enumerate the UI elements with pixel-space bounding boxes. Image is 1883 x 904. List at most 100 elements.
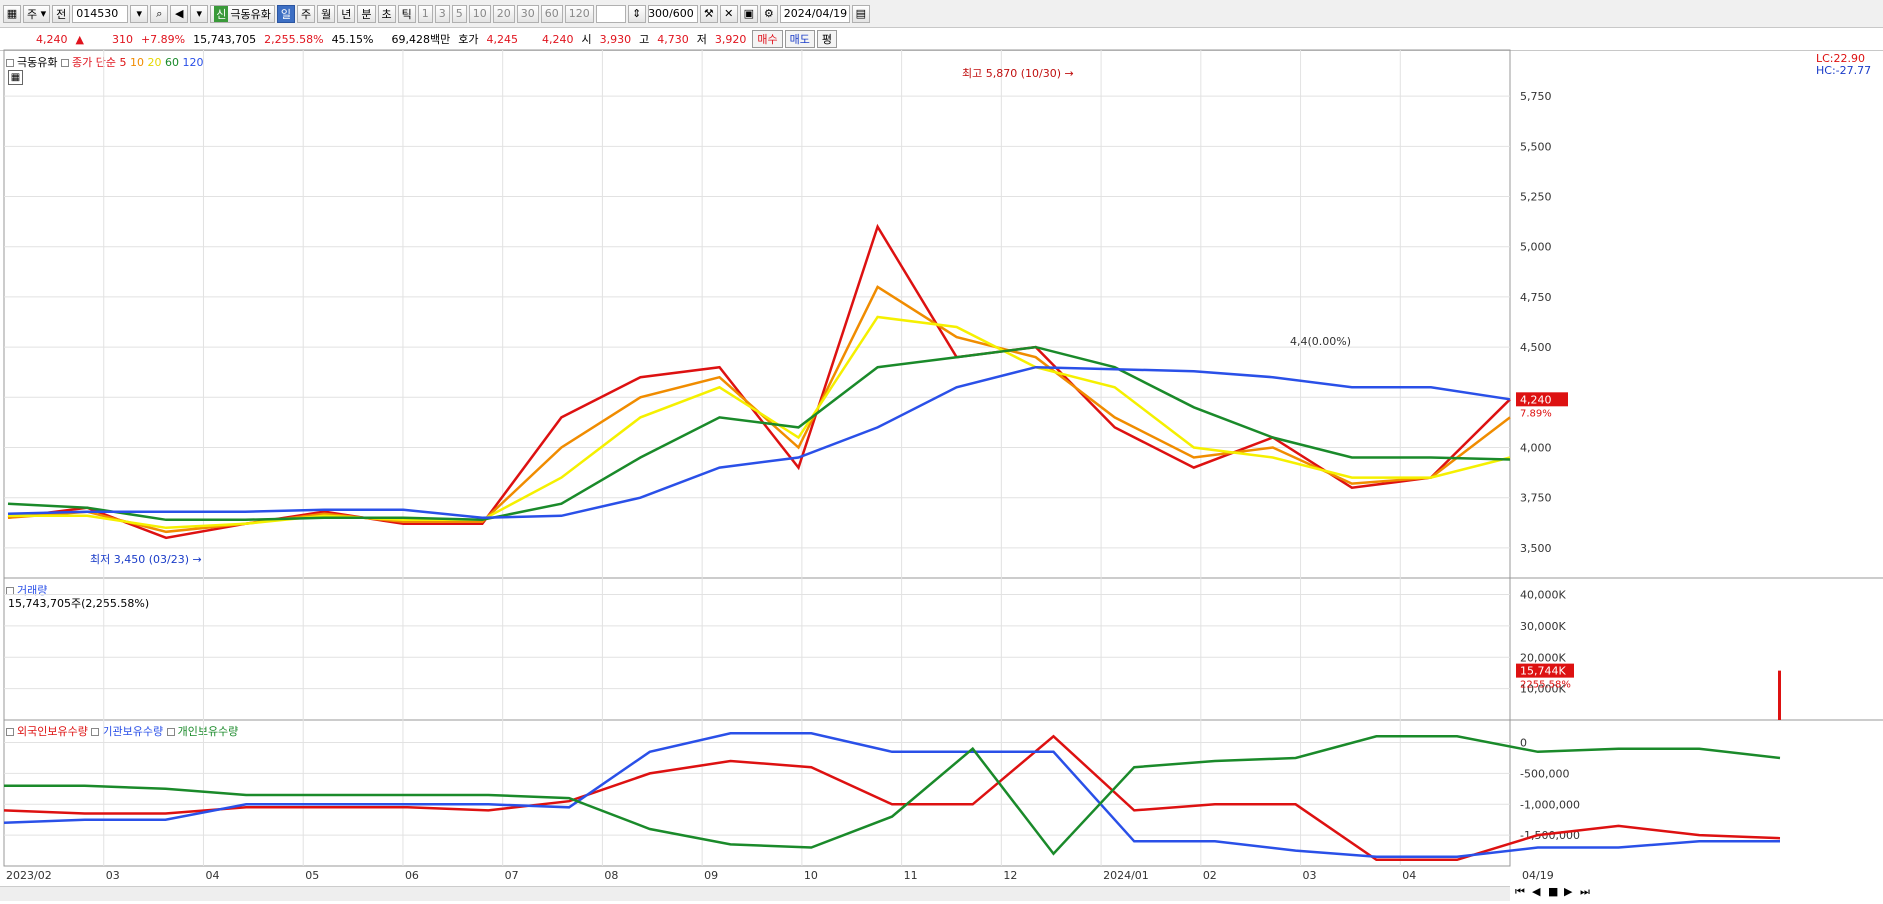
calendar-icon[interactable]: ▤ xyxy=(851,4,870,23)
hc-label: HC:-27.77 xyxy=(1816,64,1872,77)
interval-120[interactable]: 120 xyxy=(564,4,594,23)
y-tick-label: -1,000,000 xyxy=(1520,798,1580,811)
ma-line-5 xyxy=(7,223,1511,540)
buy-button[interactable]: 매수 xyxy=(752,30,783,48)
next-icon[interactable]: ▶ xyxy=(1564,885,1572,898)
chart-canvas[interactable]: 2023/02 03 04 05 06 07 08 09 10 11 12 2024/01 02 03 04… xyxy=(0,0,1883,904)
panel-toggle-icon[interactable] xyxy=(6,728,14,736)
volume: 15,743,705 xyxy=(193,32,257,46)
market-select[interactable]: 주 ▾ xyxy=(23,4,51,23)
y-tick-label: 0 xyxy=(1520,737,1527,750)
period-year[interactable]: 년 xyxy=(337,4,356,23)
grid-icon[interactable]: ▦ xyxy=(3,4,21,23)
x-tick-label: 2023/02 xyxy=(6,869,52,882)
y-tick-label: 40,000K xyxy=(1520,589,1566,602)
sell-button[interactable]: 매도 xyxy=(784,30,815,48)
save-icon[interactable]: ▣ xyxy=(739,4,758,23)
bid-label: 호가 xyxy=(458,33,479,46)
interval-3[interactable]: 3 xyxy=(434,4,450,23)
average-button[interactable]: 평 xyxy=(816,30,837,48)
gear-icon[interactable]: ⚙ xyxy=(759,4,778,23)
y-tick-label: 30,000K xyxy=(1520,620,1566,633)
ma-line-120 xyxy=(7,365,1511,520)
panel-toggle-icon[interactable] xyxy=(60,59,69,67)
panel-toggle-icon[interactable] xyxy=(166,728,175,736)
custom-interval-input[interactable] xyxy=(595,4,626,23)
period-month[interactable]: 월 xyxy=(317,4,336,23)
price-change-pct: +7.89% xyxy=(140,32,186,46)
price-change: 310 xyxy=(111,32,133,46)
volume-bar xyxy=(1778,670,1781,720)
candle-icon[interactable]: ⚒ xyxy=(699,4,718,23)
current-price-tag-text: 4,240 xyxy=(1520,393,1552,406)
holding-line-1 xyxy=(3,732,1780,858)
y-tick-label: -500,000 xyxy=(1520,767,1569,780)
x-tick-label: 02 xyxy=(1203,869,1217,882)
y-tick-label: 5,500 xyxy=(1520,140,1552,153)
current-price: 4,240 xyxy=(36,32,68,46)
toolbar: ▦ 주 ▾ 전 014530 ▾ ⌕ ◀ ▾ 신 극동유화 일 주 월 년 분 초… xyxy=(0,0,1883,28)
x-tick-label: 10 xyxy=(804,869,818,882)
y-tick-label: 3,500 xyxy=(1520,542,1552,555)
y-tick-label: 4,250 xyxy=(1520,391,1552,404)
x-tick-label: 03 xyxy=(106,869,120,882)
high-price: 4,730 xyxy=(657,32,689,46)
spin-icon[interactable]: ⇕ xyxy=(627,4,646,23)
y-tick-label: 4,500 xyxy=(1520,341,1552,354)
trade-amount: 69,428백만 xyxy=(391,33,451,46)
stop-icon[interactable]: ■ xyxy=(1548,885,1558,898)
panel-toggle-icon[interactable] xyxy=(91,728,100,736)
count-input[interactable]: 300/600 xyxy=(647,4,698,23)
x-tick-label: 11 xyxy=(904,869,918,882)
panel-toggle-icon[interactable] xyxy=(6,59,14,67)
volume-tag xyxy=(1516,663,1574,678)
turnover-ratio: 45.15% xyxy=(331,32,374,46)
y-tick-label: 5,250 xyxy=(1520,191,1552,204)
y-tick-label: 3,750 xyxy=(1520,492,1552,505)
code-input[interactable]: 014530 xyxy=(72,4,129,23)
first-icon[interactable]: ⏮ xyxy=(1515,885,1525,899)
volume-value: 15,743,705주(2,255.58%) xyxy=(8,597,150,610)
search-icon[interactable]: ⌕ xyxy=(150,4,169,23)
y-tick-label: 4,750 xyxy=(1520,291,1552,304)
last-icon[interactable]: ⏭ xyxy=(1580,885,1590,899)
interval-60[interactable]: 60 xyxy=(540,4,563,23)
quote-bar: 4,240 ▲ 310 +7.89% 15,743,705 2,255.58% … xyxy=(0,28,1883,51)
dropdown-icon[interactable]: ▾ xyxy=(190,4,209,23)
period-tick[interactable]: 틱 xyxy=(397,4,416,23)
stock-name[interactable]: 신 극동유화 xyxy=(210,4,275,23)
current-price-tag xyxy=(1516,392,1568,407)
low-price: 3,920 xyxy=(714,32,747,46)
date-input[interactable]: 2024/04/19 xyxy=(779,4,850,23)
horizontal-scrollbar[interactable] xyxy=(0,886,1510,901)
x-tick-label: 06 xyxy=(405,869,419,882)
panel-toggle-icon[interactable] xyxy=(6,587,14,595)
ask-price: 4,240 xyxy=(542,32,574,46)
y-tick-label: 10,000K xyxy=(1520,683,1566,696)
period-day[interactable]: 일 xyxy=(276,4,296,23)
x-tick-label: 2024/01 xyxy=(1103,869,1149,882)
y-tick-label: 4,000 xyxy=(1520,442,1552,455)
x-tick-label: 05 xyxy=(305,869,319,882)
speaker-icon[interactable]: ◀ xyxy=(170,4,189,23)
interval-5[interactable]: 5 xyxy=(451,4,467,23)
period-week[interactable]: 주 xyxy=(297,4,316,23)
period-minute[interactable]: 분 xyxy=(357,4,376,23)
interval-1[interactable]: 1 xyxy=(417,4,433,23)
cross-icon[interactable]: ✕ xyxy=(719,4,738,23)
ma-line-10 xyxy=(7,285,1511,534)
interval-20[interactable]: 20 xyxy=(492,4,515,23)
y-tick-label: 5,750 xyxy=(1520,90,1552,103)
type-select[interactable]: 전 xyxy=(52,4,71,23)
x-tick-label: 08 xyxy=(604,869,618,882)
x-tick-label: 03 xyxy=(1303,869,1317,882)
interval-30[interactable]: 30 xyxy=(516,4,539,23)
interval-10[interactable]: 10 xyxy=(468,4,491,23)
period-second[interactable]: 초 xyxy=(377,4,396,23)
high-annotation: 최고 5,870 (10/30) → xyxy=(962,67,1074,80)
table-icon[interactable]: ▦ xyxy=(8,70,23,85)
prev-icon[interactable]: ◀ xyxy=(1532,885,1540,898)
ma-line-20 xyxy=(8,315,1511,530)
dropdown-icon[interactable]: ▾ xyxy=(130,4,149,23)
open-price: 3,930 xyxy=(599,32,632,46)
